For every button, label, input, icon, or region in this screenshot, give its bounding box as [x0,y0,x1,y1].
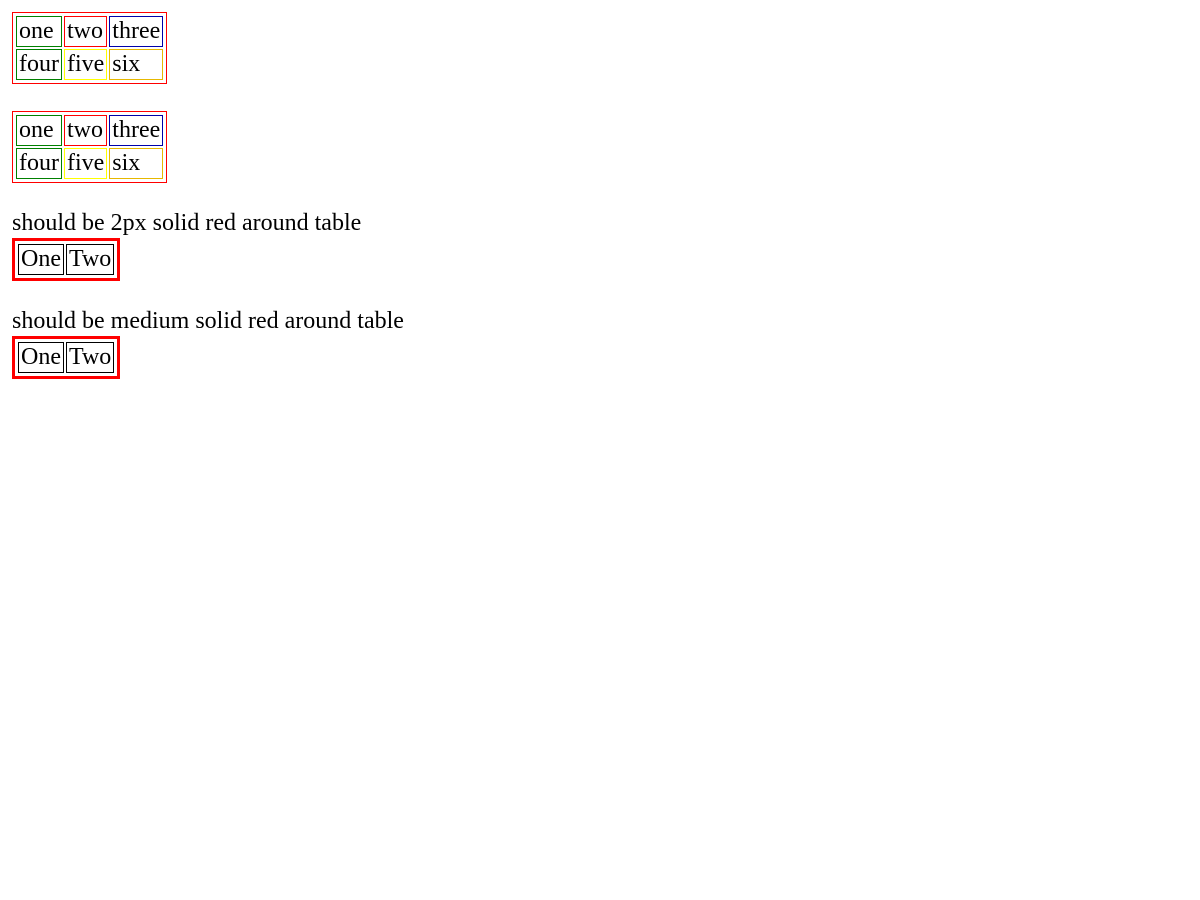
table-cell: three [109,115,164,146]
table-row: One Two [18,244,115,275]
table-cell: One [18,244,64,275]
table-cell: two [63,16,108,47]
table-cell: Two [65,342,115,373]
red-border-table-2px: One Two [12,238,121,281]
table-cell: five [63,49,108,80]
table-cell: One [18,342,64,373]
section-caption: should be 2px solid red around table [12,210,362,236]
colored-border-table-2: one two three four five six [12,111,168,183]
table-cell: three [109,16,164,47]
table-cell: six [109,148,164,179]
table-row: one two three [16,115,164,146]
table-cell: six [109,49,164,80]
section-caption: should be medium solid red around table [12,308,404,334]
table-cell: two [63,115,108,146]
table-cell: five [63,148,108,179]
colored-border-table-1: one two three four five six [12,12,168,84]
table-row: four five six [16,49,164,80]
table-cell: one [16,115,62,146]
table-row: four five six [16,148,164,179]
red-border-table-medium: One Two [12,336,121,379]
table-cell: four [16,148,62,179]
table-row: One Two [18,342,115,373]
table-cell: four [16,49,62,80]
table-row: one two three [16,16,164,47]
page-content: one two three four five six one two thre… [12,12,404,379]
table-cell: Two [65,244,115,275]
table-cell: one [16,16,62,47]
